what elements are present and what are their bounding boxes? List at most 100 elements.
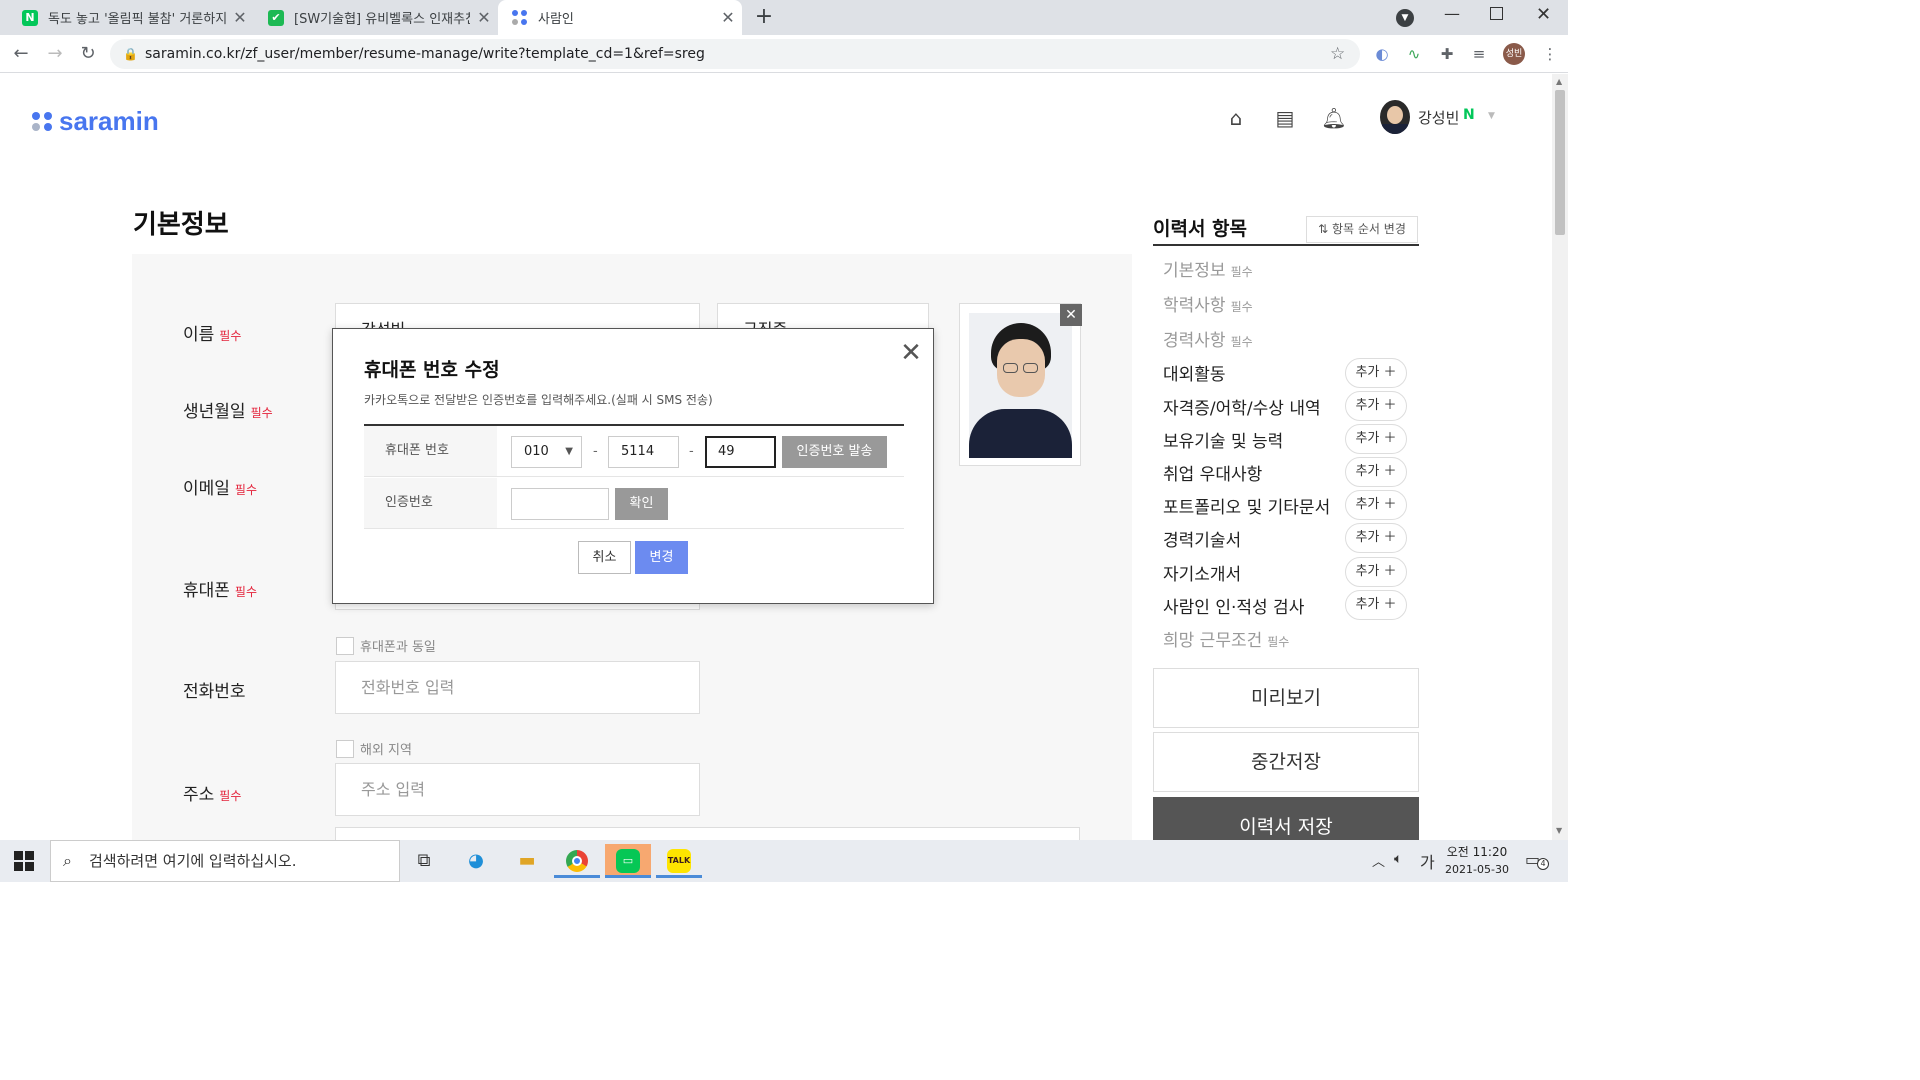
forward-icon[interactable]: →	[44, 43, 66, 65]
browser-tab[interactable]: N 독도 놓고 '올림픽 불참' 거론하지 ✕	[8, 0, 254, 35]
profile-photo[interactable]: ✕	[959, 303, 1082, 466]
close-icon[interactable]: ✕	[470, 8, 498, 27]
tab-search-icon[interactable]: ▼	[1396, 9, 1414, 27]
user-name[interactable]: 강성빈	[1418, 107, 1459, 128]
add-career-description-button[interactable]: 추가 ＋	[1345, 523, 1407, 553]
sidebar-item-desired-conditions[interactable]: 희망 근무조건 필수	[1163, 626, 1289, 651]
tab-favicon-icon: ✔	[268, 9, 284, 26]
windows-start-icon[interactable]	[14, 851, 34, 871]
add-aptitude-test-button[interactable]: 추가 ＋	[1345, 590, 1407, 620]
add-certificates-button[interactable]: 추가 ＋	[1345, 391, 1407, 421]
cancel-button[interactable]: 취소	[578, 541, 631, 574]
sidebar-item-career-description: 경력기술서	[1163, 531, 1242, 551]
edge-icon[interactable]: ◕	[453, 844, 499, 878]
dash-separator: -	[593, 444, 598, 459]
chrome-icon[interactable]	[554, 844, 600, 878]
taskbar-search-input[interactable]: ⌕ 검색하려면 여기에 입력하십시오.	[50, 840, 400, 882]
line-icon[interactable]: ▭	[605, 844, 651, 878]
menu-dots-icon[interactable]: ⋮	[1540, 44, 1560, 64]
confirm-code-button[interactable]: 확인	[615, 488, 668, 520]
bookmark-star-icon[interactable]: ☆	[1330, 39, 1345, 69]
required-mark: 필수	[219, 789, 242, 803]
name-label: 이름 필수	[183, 325, 242, 345]
url-input[interactable]: 🔒 saramin.co.kr/zf_user/member/resume-ma…	[110, 39, 1360, 69]
tray-chevron-icon[interactable]: ︿	[1372, 851, 1385, 870]
puzzle-icon[interactable]: ✚	[1437, 44, 1457, 64]
page-scrollbar[interactable]: ▲ ▼	[1552, 74, 1568, 840]
kakaotalk-icon[interactable]: TALK	[656, 844, 702, 878]
address-detail-input[interactable]	[335, 827, 1080, 840]
home-icon[interactable]: ⌂	[1223, 106, 1249, 132]
phone-middle-input[interactable]: 5114	[608, 436, 679, 468]
minimize-icon[interactable]: —	[1444, 4, 1460, 23]
saramin-logo[interactable]: saramin	[32, 106, 159, 137]
extension-icon[interactable]: ◐	[1372, 44, 1392, 64]
page-content: saramin ⌂ ▤ 🔔︎ 강성빈 N ▼ 기본정보 이름 필수 생년월일 필수 …	[0, 74, 1552, 840]
maximize-icon[interactable]	[1490, 7, 1503, 20]
address-label: 주소 필수	[183, 785, 242, 805]
notification-icon[interactable]: ▭ 4	[1525, 850, 1549, 870]
phone-prefix-select[interactable]: 010 ▼	[511, 436, 582, 468]
checkbox-box[interactable]	[336, 739, 354, 758]
new-tab-button[interactable]: +	[752, 4, 776, 30]
required-mark: 필수	[234, 585, 258, 599]
checkbox-box[interactable]	[336, 636, 354, 655]
reload-icon[interactable]: ↻	[77, 43, 99, 65]
phone-number-label: 휴대폰 번호	[364, 426, 497, 476]
close-icon[interactable]: ✕	[226, 8, 254, 27]
back-icon[interactable]: ←	[10, 43, 32, 65]
verification-code-input[interactable]	[511, 488, 609, 520]
same-as-mobile-checkbox[interactable]: 휴대폰과 동일	[336, 636, 436, 655]
volume-icon[interactable]: 🔈︎	[1394, 851, 1402, 867]
window-close-icon[interactable]: ✕	[1536, 4, 1551, 25]
url-text: saramin.co.kr/zf_user/member/resume-mana…	[145, 46, 705, 62]
photo-remove-icon[interactable]: ✕	[1060, 304, 1082, 326]
add-activities-button[interactable]: 추가 ＋	[1345, 358, 1407, 388]
tab-title: 독도 놓고 '올림픽 불참' 거론하지	[48, 12, 226, 27]
browser-tab[interactable]: ✔ [SW기술협] 유비벨록스 인재추천 ✕	[254, 0, 498, 35]
phone-input[interactable]: 전화번호 입력	[335, 661, 700, 714]
tab-title: 사람인	[538, 12, 574, 27]
phone-last-input[interactable]: 49	[705, 436, 776, 468]
address-bar: ← → ↻ 🔒 saramin.co.kr/zf_user/member/res…	[0, 35, 1568, 73]
user-avatar[interactable]	[1380, 100, 1410, 134]
draft-save-button[interactable]: 중간저장	[1153, 732, 1419, 792]
task-view-icon[interactable]: ⧉	[401, 844, 447, 878]
preview-button[interactable]: 미리보기	[1153, 668, 1419, 728]
windows-taskbar: ⌕ 검색하려면 여기에 입력하십시오. ⧉ ◕ ▬ ▭ TALK ︿ 🔈︎ 가 …	[0, 840, 1568, 882]
add-preferences-button[interactable]: 추가 ＋	[1345, 457, 1407, 487]
change-button[interactable]: 변경	[635, 541, 688, 574]
overseas-checkbox[interactable]: 해외 지역	[336, 739, 412, 758]
add-skills-button[interactable]: 추가 ＋	[1345, 424, 1407, 454]
clock-time[interactable]: 오전 11:20	[1446, 843, 1508, 860]
scroll-up-icon[interactable]: ▲	[1556, 77, 1562, 86]
bell-icon[interactable]: 🔔︎	[1321, 106, 1347, 132]
reading-list-icon[interactable]: ≡	[1469, 44, 1489, 64]
add-cover-letter-button[interactable]: 추가 ＋	[1345, 557, 1407, 587]
close-icon[interactable]: ✕	[714, 8, 742, 27]
profile-avatar[interactable]: 성빈	[1503, 43, 1525, 65]
browser-tab-active[interactable]: 사람인 ✕	[498, 0, 742, 35]
code-row: 인증번호 확인	[364, 478, 904, 529]
modal-description: 카카오톡으로 전달받은 인증번호를 입력해주세요.(실패 시 SMS 전송)	[364, 393, 713, 407]
scrollbar-thumb[interactable]	[1555, 90, 1565, 235]
scroll-down-icon[interactable]: ▼	[1556, 826, 1562, 835]
sidebar-item-aptitude-test: 사람인 인·적성 검사	[1163, 598, 1305, 618]
clock-date[interactable]: 2021-05-30	[1443, 863, 1511, 876]
resume-save-button[interactable]: 이력서 저장	[1153, 797, 1419, 840]
sidebar-item-preferences: 취업 우대사항	[1163, 465, 1263, 485]
extension-icon[interactable]: ∿	[1404, 44, 1424, 64]
ime-indicator[interactable]: 가	[1420, 849, 1435, 873]
close-icon[interactable]: ✕	[899, 340, 923, 366]
inbox-icon[interactable]: ▤	[1272, 106, 1298, 132]
address-input[interactable]: 주소 입력	[335, 763, 700, 816]
add-portfolio-button[interactable]: 추가 ＋	[1345, 490, 1407, 520]
sidebar-item-career[interactable]: 경력사항 필수	[1163, 326, 1253, 351]
sidebar-item-skills: 보유기술 및 능력	[1163, 432, 1284, 452]
chevron-down-icon[interactable]: ▼	[1488, 111, 1495, 121]
send-code-button[interactable]: 인증번호 발송	[782, 436, 887, 468]
reorder-button[interactable]: ⇅ 항목 순서 변경	[1306, 216, 1418, 243]
file-explorer-icon[interactable]: ▬	[504, 844, 550, 878]
sidebar-item-education[interactable]: 학력사항 필수	[1163, 291, 1253, 316]
sidebar-item-basic-info[interactable]: 기본정보 필수	[1163, 256, 1253, 281]
